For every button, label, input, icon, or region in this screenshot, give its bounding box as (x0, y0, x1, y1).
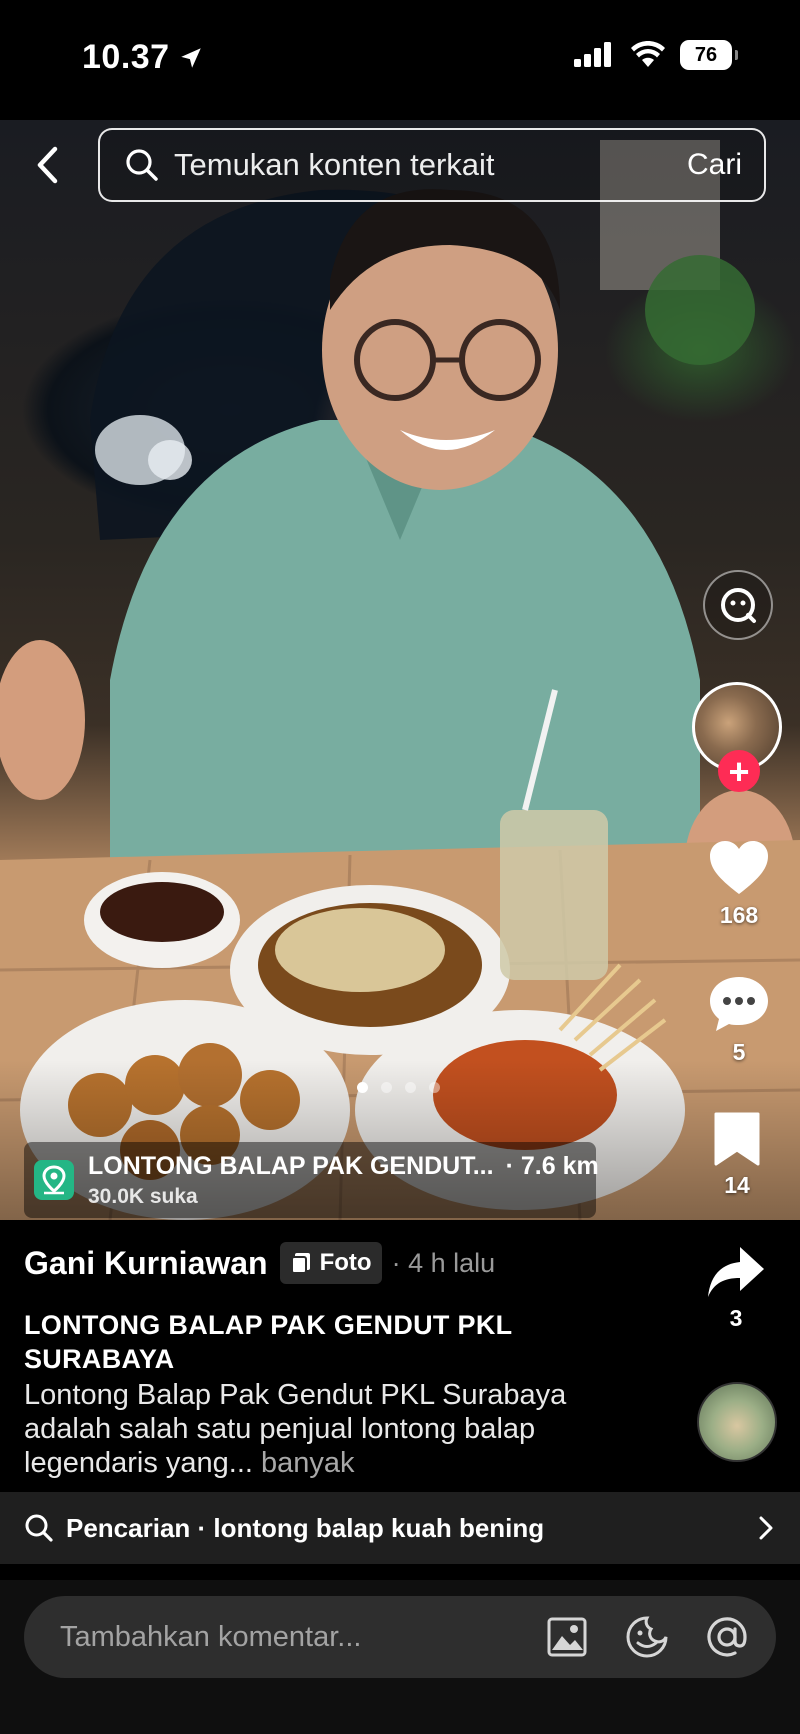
author-row: Gani Kurniawan Foto · 4 h lalu (24, 1240, 684, 1286)
share-arrow-icon (708, 1247, 764, 1297)
post-photo[interactable] (0, 120, 800, 1220)
search-button[interactable]: Cari (687, 148, 742, 182)
search-icon (25, 1514, 53, 1542)
time-label: 10.37 (82, 38, 170, 76)
comment-button[interactable]: 5 (708, 975, 770, 1066)
chevron-right-icon (759, 1516, 773, 1540)
like-count: 168 (719, 902, 759, 928)
status-time: 10.37 (82, 38, 204, 77)
share-count: 3 (729, 1305, 743, 1331)
comment-bubble-icon (710, 977, 768, 1031)
carousel-indicator (357, 1082, 440, 1093)
location-distance: · 7.6 km (505, 1151, 599, 1180)
post-description[interactable]: Lontong Balap Pak Gendut PKL Surabaya ad… (24, 1378, 604, 1480)
location-likes: 30.0K suka (88, 1184, 198, 1208)
like-button[interactable]: 168 (708, 840, 770, 929)
related-search-bar[interactable]: Pencarian · lontong balap kuah bening (0, 1492, 800, 1564)
comment-count: 5 (732, 1039, 746, 1065)
author-name[interactable]: Gani Kurniawan (24, 1245, 268, 1282)
location-text: LONTONG BALAP PAK GENDUT... · 7.6 km 30.… (88, 1152, 599, 1209)
back-button[interactable] (28, 145, 68, 185)
status-icons: 76 (574, 40, 738, 70)
battery-level: 76 (694, 43, 718, 66)
search-icon (126, 149, 158, 181)
scan-face-icon (721, 588, 756, 623)
photo-illustration (0, 140, 800, 1220)
location-pin-icon (34, 1160, 74, 1200)
visual-search-button[interactable] (703, 570, 773, 640)
wifi-icon (631, 41, 665, 67)
post-title: LONTONG BALAP PAK GENDUT PKL SURABAYA (24, 1310, 512, 1374)
bookmark-icon (714, 1112, 760, 1166)
comment-placeholder[interactable]: Tambahkan komentar... (60, 1621, 544, 1654)
location-tag[interactable]: LONTONG BALAP PAK GENDUT... · 7.6 km 30.… (24, 1142, 599, 1218)
save-count: 14 (724, 1172, 750, 1198)
carousel-dot (381, 1082, 392, 1093)
sound-avatar[interactable] (697, 1382, 777, 1462)
location-arrow-icon (180, 47, 201, 68)
share-button[interactable]: 3 (706, 1245, 766, 1332)
search-input[interactable]: Temukan konten terkait (174, 147, 687, 183)
follow-plus-icon[interactable]: + (718, 750, 760, 792)
post-info: Gani Kurniawan Foto · 4 h lalu LONTONG B… (24, 1240, 684, 1480)
heart-icon (710, 841, 768, 894)
comment-input[interactable]: Tambahkan komentar... (24, 1596, 776, 1678)
post-time: · 4 h lalu (391, 1247, 496, 1278)
post-type-label: Foto (319, 1249, 372, 1276)
comment-bar: Tambahkan komentar... (0, 1580, 800, 1734)
status-bar: 10.37 76 (0, 0, 800, 120)
location-name: LONTONG BALAP PAK GENDUT... (88, 1151, 494, 1180)
photo-icon (290, 1253, 310, 1274)
carousel-dot (405, 1082, 416, 1093)
chevron-left-icon (37, 146, 58, 184)
post-type-badge: Foto (279, 1242, 382, 1284)
search-bar[interactable]: Temukan konten terkait Cari (98, 128, 766, 202)
cellular-signal-icon (574, 42, 611, 67)
emoji-sticker-icon[interactable] (624, 1614, 670, 1660)
mention-icon[interactable] (704, 1614, 750, 1660)
carousel-dot (357, 1082, 368, 1093)
image-icon[interactable] (544, 1614, 590, 1660)
save-button[interactable]: 14 (712, 1112, 762, 1199)
location-title-row: LONTONG BALAP PAK GENDUT... · 7.6 km (88, 1152, 599, 1181)
creator-avatar-group[interactable]: + (692, 682, 782, 792)
battery-icon: 76 (680, 40, 738, 70)
related-search-text: Pencarian · lontong balap kuah bening (66, 1512, 545, 1543)
comment-tools (544, 1614, 750, 1660)
carousel-dot (429, 1082, 440, 1093)
see-more-link[interactable]: banyak (253, 1447, 355, 1479)
